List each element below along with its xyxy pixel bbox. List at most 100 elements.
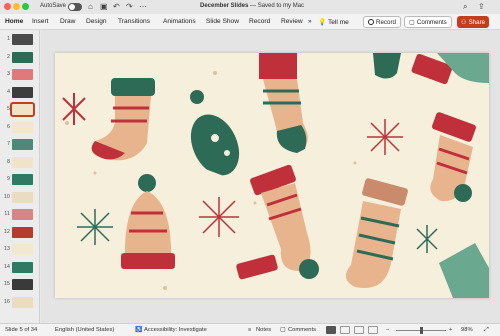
close-window-button[interactable] (4, 3, 11, 10)
slide-thumbnail[interactable]: 11 (0, 207, 40, 222)
slide-thumbnail-number: 8 (6, 158, 10, 165)
share-button[interactable]: ⚇ Share (457, 16, 490, 28)
slide-thumbnail[interactable]: 13 (0, 242, 40, 257)
slide-thumbnail[interactable]: 3 (0, 67, 40, 82)
title-bar: AutoSave ⌂ ▣ ↶ ↷ ⋯ December Slides — Sav… (0, 0, 500, 14)
slide-thumbnail-number: 1 (6, 36, 10, 42)
tell-me-label: Tell me (327, 19, 349, 26)
share-button-label: Share (468, 18, 486, 26)
tab-transitions[interactable]: Transitions (118, 18, 150, 25)
fit-slide-icon[interactable]: ⤢ (484, 327, 489, 334)
slide-thumbnail-image (12, 244, 33, 255)
autosave-label: AutoSave (40, 3, 67, 9)
slide-thumbnail-number: 16 (3, 298, 10, 305)
comments-button-label: Comments (416, 18, 447, 26)
slide-thumbnail-number: 6 (6, 123, 10, 130)
slide-thumbnail-number: 11 (4, 211, 10, 217)
slide-thumbnail[interactable]: 6 (0, 120, 40, 135)
slide-thumbnail[interactable]: 14 (0, 260, 40, 275)
zoom-window-button[interactable] (22, 3, 29, 10)
slide-artwork (55, 53, 489, 298)
save-icon[interactable]: ▣ (100, 2, 108, 11)
lightbulb-icon: 💡 (318, 19, 327, 26)
slide-thumbnail[interactable]: 12 (0, 225, 40, 240)
document-title: December Slides — Saved to my Mac (200, 3, 304, 9)
normal-view-button[interactable] (326, 326, 336, 334)
slide-thumbnail-number: 2 (6, 53, 10, 60)
slide-thumbnail[interactable]: 1 (0, 32, 40, 47)
current-slide[interactable] (55, 53, 489, 298)
home-icon[interactable]: ⌂ (88, 2, 93, 11)
tab-insert[interactable]: Insert (32, 18, 49, 25)
stocking-4 (430, 112, 476, 202)
tab-animations[interactable]: Animations (163, 18, 196, 25)
slide-indicator: Slide 5 of 34 (5, 327, 38, 333)
record-button-label: Record (376, 18, 396, 26)
undo-icon[interactable]: ↶ (113, 2, 120, 11)
tell-me-search[interactable]: 💡 Tell me (318, 18, 349, 26)
ribbon-tabs: Home Insert Draw Design Transitions Anim… (0, 14, 500, 30)
snowflake-red-3 (199, 197, 239, 237)
slide-thumbnail-image (12, 69, 33, 80)
slide-thumbnail[interactable]: 8 (0, 155, 40, 170)
share-icon[interactable]: ⇪ (478, 2, 485, 11)
snowflake-red-2 (367, 119, 403, 155)
language-indicator[interactable]: English (United States) (55, 327, 114, 333)
slide-thumbnails-panel[interactable]: 1 2 3 4 5 6 7 8 9 10 11 12 13 14 15 16 (0, 30, 40, 323)
zoom-out-icon[interactable]: − (386, 327, 389, 333)
slide-thumbnail[interactable]: 7 (0, 137, 40, 152)
slide-thumbnail-number: 15 (3, 281, 10, 287)
record-button[interactable]: Record (363, 16, 401, 28)
slide-thumbnail-image (12, 139, 33, 150)
slide-thumbnail-number: 3 (6, 71, 10, 77)
slide-thumbnail[interactable]: 10 (0, 190, 40, 205)
slide-thumbnail-number: 10 (3, 193, 10, 200)
zoom-in-icon[interactable]: + (449, 327, 452, 333)
slide-thumbnail-image (12, 191, 33, 203)
slide-thumbnail-number: 13 (3, 246, 10, 252)
minimize-window-button[interactable] (13, 3, 20, 10)
more-icon[interactable]: ⋯ (139, 2, 147, 11)
slide-thumbnail[interactable]: 9 (0, 172, 40, 187)
slide-thumbnail[interactable]: 15 (0, 277, 40, 292)
slide-thumbnail-image (12, 86, 33, 98)
slide-thumbnail-image (12, 156, 33, 168)
tab-design[interactable]: Design (86, 18, 107, 25)
slide-thumbnail[interactable]: 5 (0, 102, 40, 117)
more-tabs-icon[interactable]: » (308, 18, 312, 25)
slide-thumbnail-image (12, 51, 33, 63)
notes-button[interactable]: Notes (256, 327, 271, 333)
slide-thumbnail-image (12, 226, 33, 238)
comments-button[interactable]: ▢ Comments (404, 16, 452, 28)
tab-review[interactable]: Review (281, 18, 303, 25)
slide-thumbnail-number: 14 (3, 263, 10, 270)
comments-status-button[interactable]: Comments (288, 327, 316, 333)
tab-record[interactable]: Record (249, 18, 270, 25)
redo-icon[interactable]: ↷ (126, 2, 133, 11)
comments-status-icon: ▢ (280, 327, 286, 333)
status-bar: Slide 5 of 34 English (United States) ♿ … (0, 323, 500, 336)
slideshow-view-button[interactable] (368, 326, 378, 334)
slide-thumbnail-number: 5 (6, 106, 10, 112)
slide-thumbnail-number: 4 (6, 88, 10, 95)
zoom-slider-handle[interactable] (420, 327, 423, 334)
accessibility-icon: ♿ (135, 327, 143, 333)
document-name: December Slides (200, 3, 249, 9)
accessibility-status[interactable]: Accessibility: Investigate (144, 327, 207, 333)
slide-thumbnail[interactable]: 4 (0, 85, 40, 100)
record-icon (368, 19, 374, 25)
tab-home[interactable]: Home (5, 18, 23, 25)
search-icon[interactable]: ⌕ (463, 2, 467, 12)
tab-draw[interactable]: Draw (60, 18, 75, 25)
slide-sorter-view-button[interactable] (340, 326, 350, 334)
tab-slide-show[interactable]: Slide Show (206, 18, 239, 25)
snowflake-green-1 (77, 209, 113, 245)
slide-thumbnail-image (12, 34, 33, 45)
reading-view-button[interactable] (354, 326, 364, 334)
slide-thumbnail-image (12, 296, 33, 308)
autosave-toggle[interactable] (68, 3, 82, 11)
zoom-level[interactable]: 98% (461, 327, 473, 333)
slide-thumbnail[interactable]: 2 (0, 50, 40, 65)
slide-thumbnail-image (12, 279, 33, 290)
slide-thumbnail[interactable]: 16 (0, 295, 40, 310)
